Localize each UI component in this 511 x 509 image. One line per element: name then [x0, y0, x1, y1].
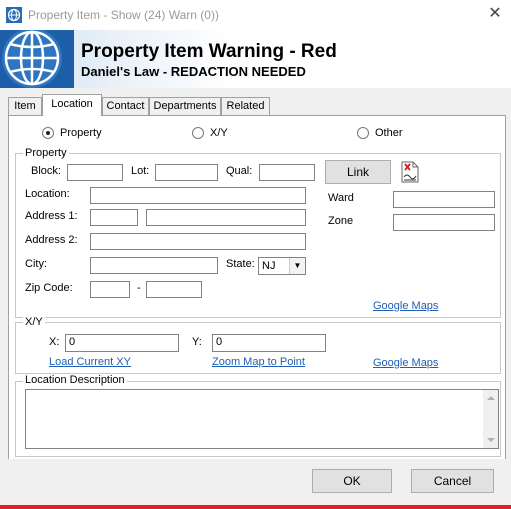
location-label: Location:	[25, 188, 70, 200]
radio-xy[interactable]: X/Y	[192, 127, 228, 139]
ok-button[interactable]: OK	[312, 469, 392, 493]
radio-other[interactable]: Other	[357, 127, 403, 139]
alert-bar	[0, 505, 511, 509]
tab-item[interactable]: Item	[8, 97, 42, 115]
app-icon	[6, 7, 22, 23]
zone-input[interactable]	[393, 214, 495, 231]
qual-input[interactable]	[259, 164, 315, 181]
close-icon[interactable]: ✕	[486, 4, 504, 24]
address1-number-input[interactable]	[90, 209, 138, 226]
address1-label: Address 1:	[25, 210, 78, 222]
zip-separator: -	[137, 282, 141, 294]
dialog-footer: OK Cancel	[0, 459, 511, 509]
zone-label: Zone	[328, 215, 354, 227]
city-label: City:	[25, 258, 47, 270]
link-button[interactable]: Link	[325, 160, 391, 184]
cancel-button[interactable]: Cancel	[411, 469, 494, 493]
block-label: Block:	[31, 165, 61, 177]
radio-dot	[192, 127, 204, 139]
address2-input[interactable]	[90, 233, 306, 250]
location-input[interactable]	[90, 187, 306, 204]
radio-dot	[42, 127, 54, 139]
map-report-icon[interactable]	[399, 160, 421, 184]
radio-label: Other	[375, 127, 403, 139]
location-description-textarea[interactable]	[25, 389, 499, 449]
address1-street-input[interactable]	[146, 209, 306, 226]
load-current-xy-link[interactable]: Load Current XY	[49, 356, 131, 368]
ward-label: Ward	[328, 192, 354, 204]
tab-related[interactable]: Related	[221, 97, 270, 115]
scroll-up-icon[interactable]	[487, 396, 495, 400]
zip-label: Zip Code:	[25, 282, 73, 294]
radio-property[interactable]: Property	[42, 127, 102, 139]
property-group-label: Property	[23, 147, 69, 159]
tab-contact[interactable]: Contact	[102, 97, 149, 115]
title-bar: Property Item - Show (24) Warn (0)) ✕	[0, 0, 511, 31]
x-label: X:	[49, 336, 60, 348]
scroll-down-icon[interactable]	[487, 438, 495, 442]
chevron-down-icon: ▼	[289, 258, 305, 274]
qual-label: Qual:	[226, 165, 253, 177]
x-input[interactable]: 0	[65, 334, 179, 352]
tab-departments[interactable]: Departments	[149, 97, 221, 115]
state-select[interactable]: NJ ▼	[258, 257, 306, 275]
radio-dot	[357, 127, 369, 139]
y-label: Y:	[192, 336, 202, 348]
zoom-map-to-point-link[interactable]: Zoom Map to Point	[212, 356, 305, 368]
block-input[interactable]	[67, 164, 123, 181]
header-title: Property Item Warning - Red	[81, 41, 337, 62]
state-label: State:	[226, 258, 255, 270]
radio-label: X/Y	[210, 127, 228, 139]
xy-group-label: X/Y	[23, 316, 45, 328]
location-panel: Property X/Y Other Property Block: Lot: …	[8, 115, 506, 460]
google-maps-link-xy[interactable]: Google Maps	[373, 357, 438, 369]
window-title: Property Item - Show (24) Warn (0))	[28, 8, 219, 22]
city-input[interactable]	[90, 257, 218, 274]
header-banner: Property Item Warning - Red Daniel's Law…	[0, 30, 511, 88]
tab-location[interactable]: Location	[42, 94, 102, 116]
description-group-label: Location Description	[23, 374, 127, 386]
state-value: NJ	[262, 260, 276, 272]
header-subtitle: Daniel's Law - REDACTION NEEDED	[81, 64, 306, 79]
zip-ext-input[interactable]	[146, 281, 202, 298]
lot-input[interactable]	[155, 164, 218, 181]
globe-icon	[0, 30, 74, 88]
description-scrollbar[interactable]	[483, 390, 498, 448]
ward-input[interactable]	[393, 191, 495, 208]
radio-label: Property	[60, 127, 102, 139]
google-maps-link-property[interactable]: Google Maps	[373, 300, 438, 312]
zip-input[interactable]	[90, 281, 130, 298]
address2-label: Address 2:	[25, 234, 78, 246]
lot-label: Lot:	[131, 165, 150, 177]
y-input[interactable]: 0	[212, 334, 326, 352]
